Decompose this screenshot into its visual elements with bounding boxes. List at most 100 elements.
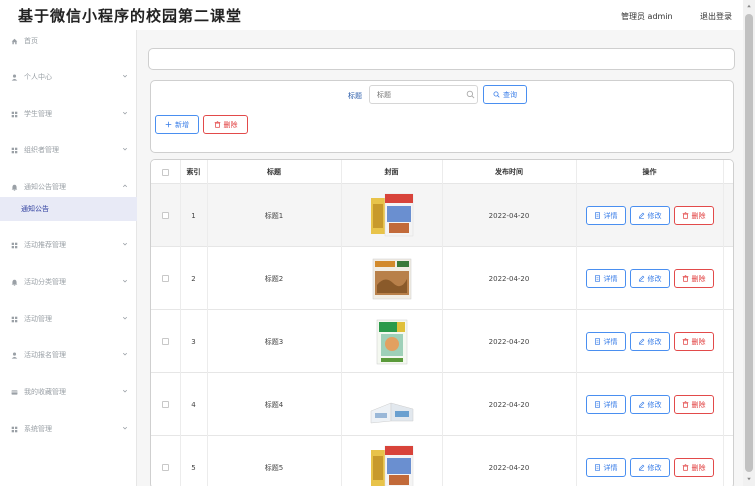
document-icon [594, 464, 600, 471]
row-index: 2 [191, 274, 196, 283]
sidebar-item-registrations[interactable]: 活动报名管理 [0, 345, 137, 365]
row-cover-image [341, 247, 442, 310]
edit-icon [638, 212, 644, 219]
document-icon [594, 212, 600, 219]
batch-delete-button[interactable]: 删除 [203, 115, 248, 134]
sidebar-item-label: 个人中心 [24, 73, 52, 81]
delete-button[interactable]: 删除 [673, 458, 714, 477]
sidebar-item-home[interactable]: 首页 [0, 31, 137, 51]
col-ops: 操作 [642, 168, 657, 176]
sidebar: 首页 个人中心 学生管理 组织者管理 通知公告管理 通知公告 活动推荐管理 活动… [0, 30, 137, 486]
row-cover-image [341, 310, 442, 373]
grid-icon [11, 316, 18, 323]
trash-icon [682, 464, 688, 471]
row-index: 1 [191, 211, 196, 220]
detail-button[interactable]: 详情 [585, 395, 626, 414]
chevron-down-icon [122, 110, 128, 118]
bell-icon [11, 279, 18, 286]
detail-button[interactable]: 详情 [585, 332, 626, 351]
row-select-cell [151, 184, 180, 247]
row-publish-time: 2022-04-20 [488, 463, 530, 472]
row-cover-image [341, 436, 442, 486]
delete-button[interactable]: 删除 [673, 269, 714, 288]
row-checkbox[interactable] [162, 275, 169, 282]
sidebar-item-recommend[interactable]: 活动推荐管理 [0, 235, 137, 255]
edit-button[interactable]: 修改 [629, 206, 670, 225]
delete-button[interactable]: 删除 [673, 332, 714, 351]
add-button-label: 新增 [175, 120, 189, 129]
sidebar-item-system[interactable]: 系统管理 [0, 419, 137, 439]
row-actions: 详情 修改 删除 [576, 373, 723, 436]
search-title-label: 标题 [348, 92, 362, 100]
row-title: 标题5 [264, 463, 284, 472]
sidebar-item-categories[interactable]: 活动分类管理 [0, 272, 137, 292]
row-checkbox[interactable] [162, 401, 169, 408]
row-publish-time: 2022-04-20 [488, 400, 530, 409]
edit-button[interactable]: 修改 [629, 332, 670, 351]
scroll-thumb[interactable] [745, 14, 753, 472]
search-panel: 标题 查询 新增 删除 [150, 80, 734, 153]
search-icon [466, 90, 475, 99]
row-publish-time: 2022-04-20 [488, 211, 530, 220]
trash-icon [682, 275, 688, 282]
detail-button[interactable]: 详情 [585, 269, 626, 288]
edit-button[interactable]: 修改 [629, 458, 670, 477]
delete-button[interactable]: 删除 [673, 206, 714, 225]
edit-button-label: 修改 [647, 337, 662, 346]
document-icon [594, 275, 600, 282]
chevron-down-icon [122, 351, 128, 359]
grid-icon [11, 111, 18, 118]
sidebar-item-label: 首页 [24, 37, 38, 45]
sidebar-item-label: 活动推荐管理 [24, 241, 66, 249]
row-checkbox[interactable] [162, 212, 169, 219]
add-button[interactable]: 新增 [155, 115, 199, 134]
delete-button[interactable]: 删除 [673, 395, 714, 414]
detail-button-label: 详情 [603, 400, 618, 409]
sidebar-item-label: 活动管理 [24, 315, 52, 323]
chevron-down-icon [122, 425, 128, 433]
sidebar-item-organizers[interactable]: 组织者管理 [0, 140, 137, 160]
chevron-down-icon [122, 315, 128, 323]
detail-button[interactable]: 详情 [585, 458, 626, 477]
card-icon [11, 389, 18, 396]
batch-delete-label: 删除 [223, 120, 238, 129]
select-all-checkbox[interactable] [162, 168, 169, 176]
row-title: 标题1 [264, 211, 284, 220]
search-input[interactable] [369, 85, 478, 104]
page-scrollbar[interactable] [743, 0, 755, 486]
chevron-down-icon [122, 73, 128, 81]
row-publish-time: 2022-04-20 [488, 337, 530, 346]
edit-button[interactable]: 修改 [629, 395, 670, 414]
edit-button[interactable]: 修改 [629, 269, 670, 288]
sidebar-item-activities[interactable]: 活动管理 [0, 309, 137, 329]
sidebar-item-profile[interactable]: 个人中心 [0, 67, 137, 87]
edit-button-label: 修改 [647, 463, 662, 472]
sidebar-subitem-label: 通知公告 [21, 205, 49, 213]
row-checkbox[interactable] [162, 338, 169, 345]
sidebar-item-notices[interactable]: 通知公告管理 [0, 177, 137, 197]
row-checkbox[interactable] [162, 464, 169, 471]
logout-link[interactable]: 退出登录 [700, 11, 732, 22]
query-button[interactable]: 查询 [483, 85, 527, 104]
scroll-down-arrow-icon[interactable] [746, 476, 752, 482]
query-button-label: 查询 [503, 90, 517, 99]
app-title: 基于微信小程序的校园第二课堂 [18, 7, 243, 25]
detail-button[interactable]: 详情 [585, 206, 626, 225]
edit-button-label: 修改 [647, 211, 662, 220]
delete-button-label: 删除 [691, 337, 706, 346]
trash-icon [214, 121, 220, 128]
detail-button-label: 详情 [603, 463, 618, 472]
col-cover: 封面 [384, 168, 399, 176]
sidebar-item-students[interactable]: 学生管理 [0, 104, 137, 124]
scroll-up-arrow-icon[interactable] [746, 3, 752, 9]
sidebar-item-label: 活动报名管理 [24, 351, 66, 359]
sidebar-item-label: 我的收藏管理 [24, 388, 66, 396]
row-actions: 详情 修改 删除 [576, 436, 723, 486]
sidebar-subitem-notice[interactable]: 通知公告 [0, 197, 137, 221]
trash-icon [682, 338, 688, 345]
chevron-down-icon [122, 241, 128, 249]
bell-icon [11, 184, 18, 191]
grid-icon [11, 426, 18, 433]
sidebar-item-favorites[interactable]: 我的收藏管理 [0, 382, 137, 402]
sidebar-item-label: 通知公告管理 [24, 183, 66, 191]
